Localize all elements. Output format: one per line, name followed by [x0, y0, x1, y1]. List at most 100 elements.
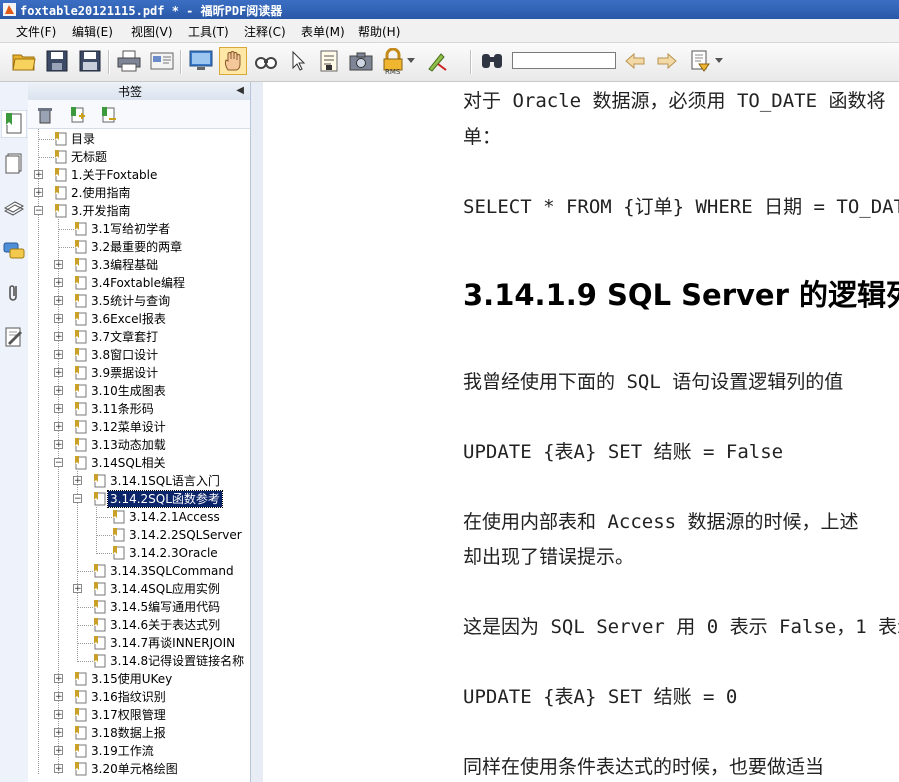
collapse-icon[interactable]: −: [34, 206, 43, 216]
bookmark-item[interactable]: − 3.14SQL相关: [28, 454, 250, 472]
signatures-panel-icon[interactable]: [3, 326, 25, 348]
find-input[interactable]: [512, 52, 616, 69]
toolbar: RMS: [0, 43, 899, 82]
collapse-icon[interactable]: −: [73, 494, 82, 504]
find-button[interactable]: [478, 47, 506, 75]
bookmark-item[interactable]: − 3.14.2SQL函数参考: [28, 490, 250, 508]
bookmark-item[interactable]: 3.14.2.1Access: [28, 508, 250, 526]
menu-form[interactable]: 表单(M): [301, 23, 345, 40]
hand-tool-button[interactable]: [219, 47, 247, 75]
bookmark-icon: [75, 672, 87, 686]
bookmark-item[interactable]: 目录: [28, 130, 250, 148]
typewriter-button[interactable]: [315, 47, 343, 75]
bookmark-item[interactable]: +3.4Foxtable编程: [28, 274, 250, 292]
bookmark-item[interactable]: 3.2最重要的两章: [28, 238, 250, 256]
open-button[interactable]: [10, 47, 38, 75]
fullscreen-button[interactable]: [187, 47, 215, 75]
sign-button[interactable]: [423, 47, 451, 75]
select-tool-button[interactable]: [284, 47, 312, 75]
find-next-button[interactable]: [653, 47, 681, 75]
expand-icon[interactable]: +: [54, 296, 63, 306]
bookmark-item[interactable]: +3.8窗口设计: [28, 346, 250, 364]
bookmark-item[interactable]: 3.14.6关于表达式列: [28, 616, 250, 634]
bookmarks-panel-icon[interactable]: [1, 110, 27, 138]
new-bookmark-icon[interactable]: [68, 106, 86, 124]
bookmark-item[interactable]: +3.7文章套打: [28, 328, 250, 346]
bookmark-item[interactable]: +2.使用指南: [28, 184, 250, 202]
expand-icon[interactable]: +: [54, 314, 63, 324]
expand-icon[interactable]: +: [54, 692, 63, 702]
expand-icon[interactable]: +: [54, 404, 63, 414]
expand-icon[interactable]: +: [34, 188, 43, 198]
collapse-panel-icon[interactable]: ◀: [236, 85, 244, 96]
menu-tools[interactable]: 工具(T): [188, 23, 229, 40]
delete-bookmark-icon[interactable]: [36, 106, 54, 124]
bookmark-item[interactable]: +3.3编程基础: [28, 256, 250, 274]
expand-icon[interactable]: +: [54, 422, 63, 432]
menu-view[interactable]: 视图(V): [131, 23, 173, 40]
bookmark-item[interactable]: +3.10生成图表: [28, 382, 250, 400]
expand-icon[interactable]: +: [54, 368, 63, 378]
bookmark-item[interactable]: 3.14.7再谈INNERJOIN: [28, 634, 250, 652]
bookmark-item[interactable]: 3.14.2.3Oracle: [28, 544, 250, 562]
snapshot-button[interactable]: [347, 47, 375, 75]
bookmark-item[interactable]: +3.6Excel报表: [28, 310, 250, 328]
expand-icon[interactable]: +: [54, 260, 63, 270]
expand-icon[interactable]: +: [54, 710, 63, 720]
expand-icon[interactable]: +: [54, 728, 63, 738]
bookmark-label: 无标题: [71, 150, 108, 164]
rms-dropdown[interactable]: [404, 47, 418, 75]
bookmark-item[interactable]: +3.14.4SQL应用实例: [28, 580, 250, 598]
bookmark-item[interactable]: 3.1写给初学者: [28, 220, 250, 238]
bookmark-item[interactable]: 无标题: [28, 148, 250, 166]
expand-icon[interactable]: +: [54, 350, 63, 360]
bookmark-item[interactable]: +3.9票据设计: [28, 364, 250, 382]
bookmark-item[interactable]: 3.14.3SQLCommand: [28, 562, 250, 580]
bookmark-item[interactable]: +3.11条形码: [28, 400, 250, 418]
save-as-button[interactable]: [76, 47, 104, 75]
bookmark-item[interactable]: 3.14.5编写通用代码: [28, 598, 250, 616]
find-previous-button[interactable]: [621, 47, 649, 75]
text-select-button[interactable]: [252, 47, 280, 75]
expand-icon[interactable]: +: [34, 170, 43, 180]
bookmark-item[interactable]: − 3.开发指南: [28, 202, 250, 220]
new-child-bookmark-icon[interactable]: [99, 106, 117, 124]
expand-icon[interactable]: +: [73, 584, 82, 594]
expand-icon[interactable]: +: [54, 746, 63, 756]
bookmark-item[interactable]: +3.17权限管理: [28, 706, 250, 724]
menu-help[interactable]: 帮助(H): [358, 23, 400, 40]
bookmark-item[interactable]: +3.12菜单设计: [28, 418, 250, 436]
bookmark-item[interactable]: 3.14.2.2SQLServer: [28, 526, 250, 544]
bookmark-item[interactable]: +3.14.1SQL语言入门: [28, 472, 250, 490]
bookmark-item[interactable]: +3.13动态加载: [28, 436, 250, 454]
expand-icon[interactable]: +: [54, 674, 63, 684]
search-options-button[interactable]: [686, 47, 714, 75]
expand-icon[interactable]: +: [54, 278, 63, 288]
attachments-panel-icon[interactable]: [3, 282, 25, 304]
expand-icon[interactable]: +: [54, 386, 63, 396]
expand-icon[interactable]: +: [54, 764, 63, 774]
menu-comment[interactable]: 注释(C): [244, 23, 286, 40]
search-options-dropdown[interactable]: [712, 47, 726, 75]
expand-icon[interactable]: +: [73, 476, 82, 486]
bookmark-item[interactable]: +3.18数据上报: [28, 724, 250, 742]
expand-icon[interactable]: +: [54, 440, 63, 450]
panel-splitter[interactable]: [250, 82, 264, 782]
collapse-icon[interactable]: −: [54, 458, 63, 468]
bookmark-item[interactable]: +3.5统计与查询: [28, 292, 250, 310]
bookmark-item[interactable]: 3.14.8记得设置链接名称: [28, 652, 250, 670]
pages-panel-icon[interactable]: [3, 152, 25, 174]
print-button[interactable]: [115, 47, 143, 75]
layers-panel-icon[interactable]: [3, 196, 25, 218]
bookmark-item[interactable]: +3.15使用UKey: [28, 670, 250, 688]
bookmark-item[interactable]: +3.16指纹识别: [28, 688, 250, 706]
bookmark-item[interactable]: +3.19工作流: [28, 742, 250, 760]
comments-panel-icon[interactable]: [3, 240, 25, 262]
expand-icon[interactable]: +: [54, 332, 63, 342]
save-button[interactable]: [43, 47, 71, 75]
bookmark-item[interactable]: +1.关于Foxtable: [28, 166, 250, 184]
menu-edit[interactable]: 编辑(E): [72, 23, 113, 40]
bookmark-item[interactable]: +3.20单元格绘图: [28, 760, 250, 778]
email-button[interactable]: [148, 47, 176, 75]
menu-file[interactable]: 文件(F): [16, 23, 56, 40]
